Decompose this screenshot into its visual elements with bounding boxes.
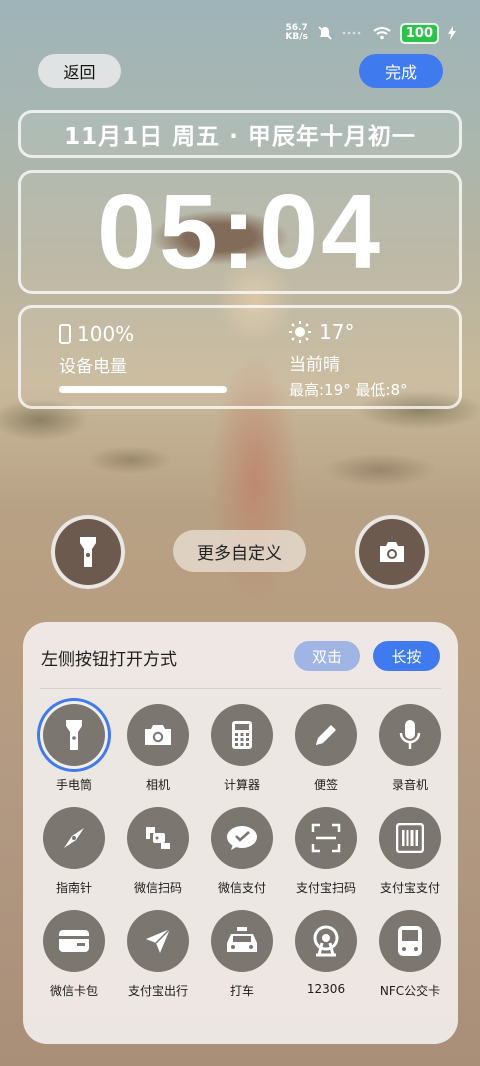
charging-icon: [448, 26, 456, 40]
grid-item-wechat-pay[interactable]: 微信支付: [197, 807, 287, 896]
grid-item-label: 录音机: [391, 778, 428, 792]
grid-item-circle: [379, 704, 441, 766]
compass-icon: [60, 824, 88, 852]
grid-item-label: 指南针: [55, 881, 92, 895]
grid-item-circle: [379, 807, 441, 869]
device-battery-icon: [59, 324, 71, 344]
grid-item-label: 便签: [313, 778, 338, 792]
date-line: 11月1日 周五 · 甲辰年十月初一: [64, 124, 416, 150]
camera-icon: [377, 540, 407, 564]
weather-desc: 当前晴: [289, 355, 340, 375]
grid-item-label: 12306: [306, 982, 346, 996]
grid-item-scan[interactable]: 支付宝扫码: [281, 807, 371, 896]
flashlight-icon: [65, 719, 83, 751]
bus-card-icon: [397, 925, 423, 957]
grid-item-wallet[interactable]: 微信卡包: [29, 910, 119, 999]
grid-item-circle: [211, 910, 273, 972]
grid-item-circle: [127, 910, 189, 972]
grid-item-barcode[interactable]: 支付宝支付: [365, 807, 455, 896]
status-bar: 56.7 KB/s 100: [285, 22, 456, 44]
railway-icon: [310, 925, 342, 957]
left-shortcut-button[interactable]: [51, 515, 125, 589]
grid-item-label: 手电筒: [55, 778, 92, 792]
grid-item-bus-card[interactable]: NFC公交卡: [365, 910, 455, 999]
grid-item-label: 打车: [229, 984, 254, 998]
wallet-icon: [57, 927, 91, 955]
battery-label: 设备电量: [59, 357, 127, 377]
grid-item-circle: [295, 704, 357, 766]
barcode-icon: [396, 823, 424, 853]
battery-percent: 100%: [77, 322, 135, 346]
back-button[interactable]: 返回: [38, 54, 121, 88]
grid-item-navigation[interactable]: 支付宝出行: [113, 910, 203, 999]
grid-item-taxi[interactable]: 打车: [197, 910, 287, 999]
battery-indicator: 100: [399, 22, 439, 44]
calculator-icon: [231, 720, 253, 750]
taxi-icon: [224, 926, 260, 956]
grid-item-label: NFC公交卡: [379, 984, 441, 998]
grid-item-label: 相机: [145, 778, 170, 792]
grid-item-wechat-scan[interactable]: 微信扫码: [113, 807, 203, 896]
grid-item-label: 微信卡包: [49, 984, 98, 998]
battery-level-fill: [59, 386, 227, 393]
grid-item-circle: [379, 910, 441, 972]
grid-item-circle: [127, 807, 189, 869]
grid-item-railway[interactable]: 12306: [281, 910, 371, 996]
clock-time: 05:04: [96, 173, 384, 291]
wechat-scan-icon: [143, 824, 173, 852]
weather-range: 最高:19° 最低:8°: [289, 381, 408, 399]
grid-item-circle: [295, 910, 357, 972]
weather-section: 17° 当前晴 最高:19° 最低:8°: [289, 320, 408, 400]
grid-item-circle: [127, 704, 189, 766]
grid-item-circle: [211, 807, 273, 869]
panel-title: 左侧按钮打开方式: [41, 650, 177, 670]
grid-item-circle: [211, 704, 273, 766]
grid-item-microphone[interactable]: 录音机: [365, 704, 455, 793]
wifi-icon: [373, 26, 391, 40]
info-widget[interactable]: 100% 设备电量 17° 当前晴 最高:19° 最低:8°: [18, 305, 462, 409]
right-shortcut-button[interactable]: [355, 515, 429, 589]
sun-icon: [289, 321, 311, 343]
grid-item-label: 微信扫码: [133, 881, 182, 895]
signal-icon: [342, 28, 364, 38]
battery-section: 100% 设备电量: [59, 322, 134, 377]
microphone-icon: [398, 719, 422, 751]
flashlight-icon: [78, 535, 98, 569]
battery-level-bar: [59, 386, 227, 393]
grid-item-calculator[interactable]: 计算器: [197, 704, 287, 793]
grid-item-circle: [295, 807, 357, 869]
long-press-toggle[interactable]: 长按: [373, 641, 440, 671]
grid-item-label: 支付宝出行: [127, 984, 188, 998]
grid-item-camera[interactable]: 相机: [113, 704, 203, 793]
net-speed-unit: KB/s: [285, 32, 308, 42]
wechat-pay-icon: [225, 824, 259, 852]
grid-item-label: 支付宝支付: [379, 881, 440, 895]
grid-item-label: 计算器: [223, 778, 260, 792]
panel-divider: [40, 688, 441, 689]
mute-icon: [317, 25, 333, 41]
date-widget[interactable]: 11月1日 周五 · 甲辰年十月初一: [18, 110, 462, 158]
pencil-icon: [312, 721, 340, 749]
grid-item-label: 支付宝扫码: [295, 881, 356, 895]
button-config-panel: 左侧按钮打开方式 双击 长按 手电筒 相机 计算器 便签 录音机 指南针 微信扫码 微信支付支…: [23, 622, 458, 1044]
grid-item-label: 微信支付: [217, 881, 266, 895]
temperature: 17°: [319, 320, 355, 344]
done-button[interactable]: 完成: [359, 54, 443, 88]
double-tap-toggle[interactable]: 双击: [294, 641, 360, 671]
grid-item-compass[interactable]: 指南针: [29, 807, 119, 896]
camera-icon: [143, 723, 173, 747]
net-speed: 56.7 KB/s: [285, 24, 307, 42]
more-customize-button[interactable]: 更多自定义: [173, 530, 306, 572]
grid-item-flashlight[interactable]: 手电筒: [29, 704, 119, 793]
scan-icon: [311, 823, 341, 853]
grid-item-pencil[interactable]: 便签: [281, 704, 371, 793]
grid-item-circle: [43, 910, 105, 972]
clock-widget[interactable]: 05:04: [18, 170, 462, 294]
grid-item-circle: [43, 807, 105, 869]
grid-item-circle: [43, 704, 105, 766]
navigation-icon: [144, 927, 172, 955]
